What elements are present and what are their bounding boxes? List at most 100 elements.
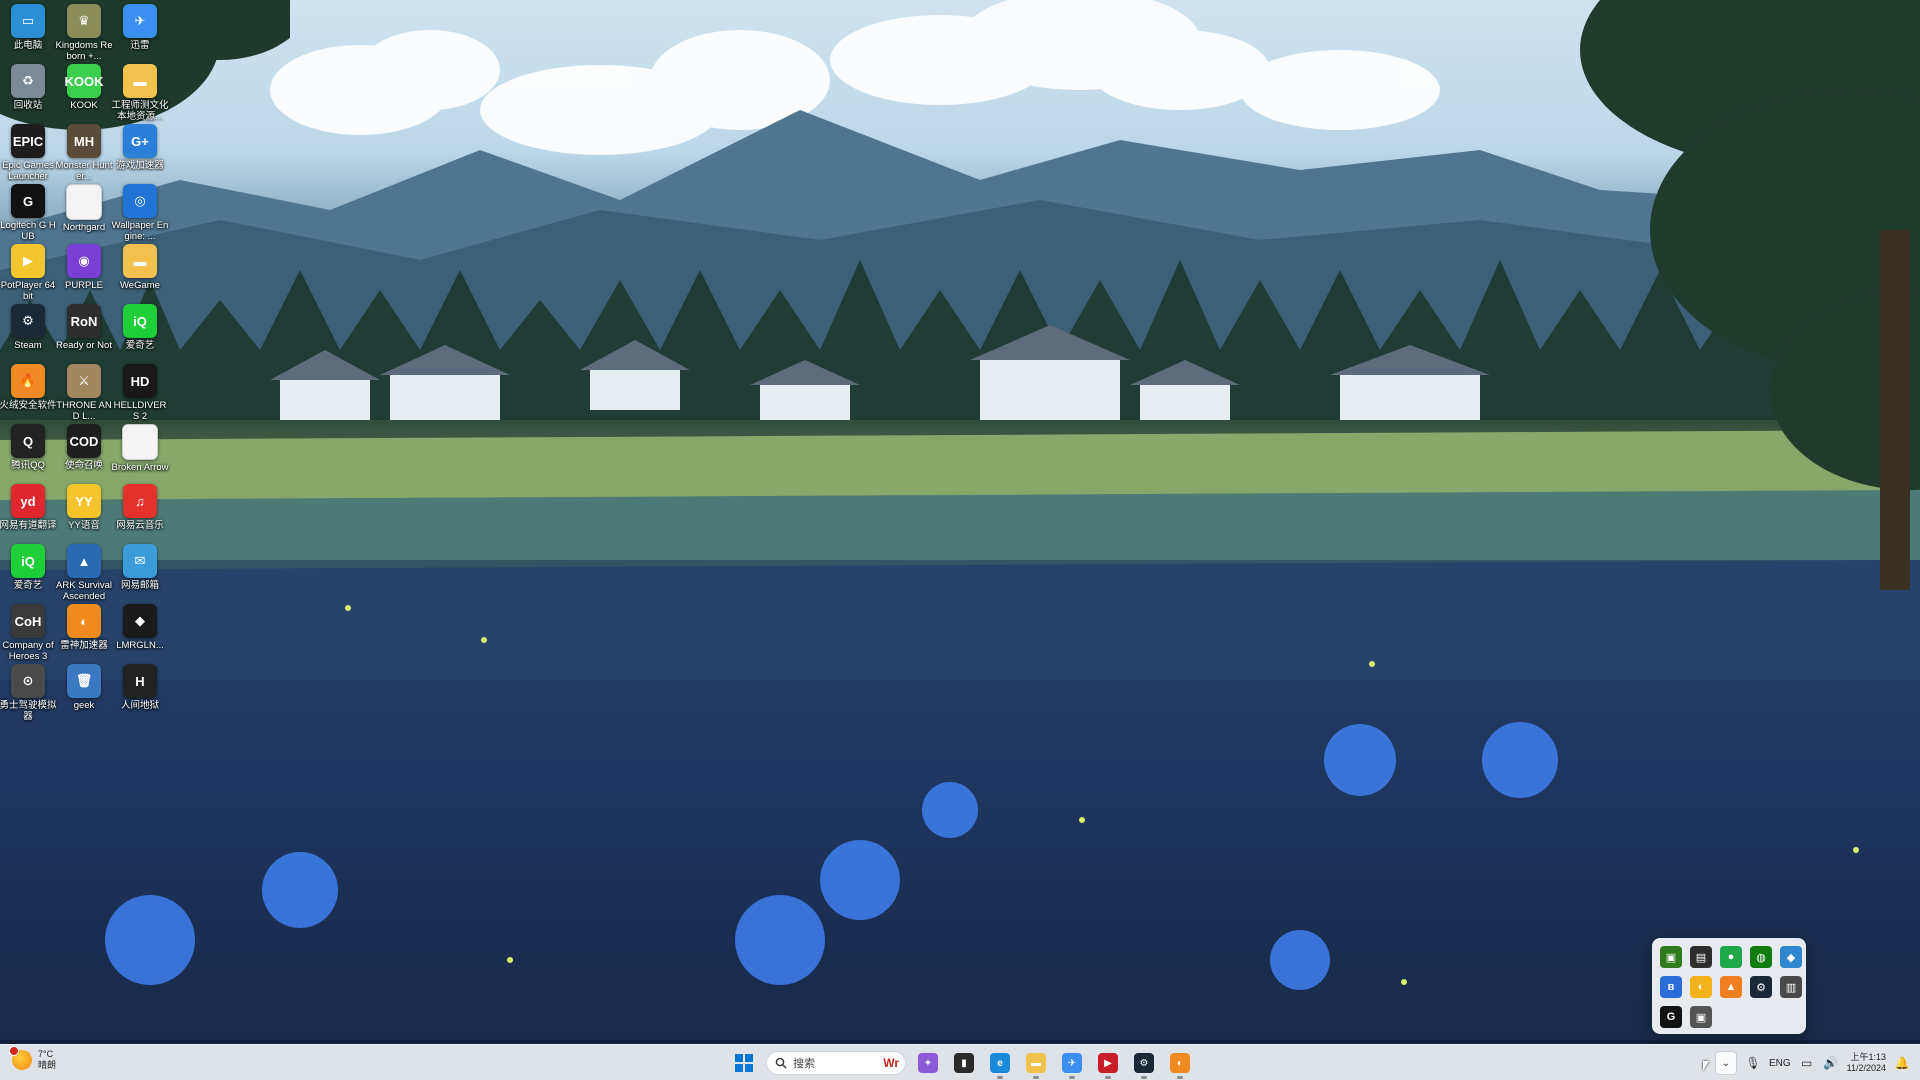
microphone-icon[interactable]: 🎙 bbox=[1745, 1056, 1761, 1070]
taskbar-app-button[interactable]: ✈ bbox=[1058, 1049, 1086, 1079]
taskbar-app-button[interactable]: ◐ bbox=[1166, 1049, 1194, 1079]
taskbar: 7°C 晴朗 搜索 Wr ✦ ▮ e ▬ ✈ ▶ ⚙ ◐ ⌄ 🎙 ENG ▭ 🔊… bbox=[0, 1044, 1920, 1080]
potplayer-icon: ▶ bbox=[11, 244, 45, 278]
desktop-icon-label: 回收站 bbox=[13, 100, 43, 111]
steam-taskbar-icon: ⚙ bbox=[1134, 1053, 1154, 1073]
desktop-icon-label: 迅雷 bbox=[130, 40, 150, 51]
taskbar-app-button[interactable]: e bbox=[986, 1049, 1014, 1079]
steam-icon: ⚙ bbox=[11, 304, 45, 338]
desktop-icon-label: Kingdoms Reborn +... bbox=[55, 40, 113, 62]
taskbar-app-button[interactable]: ▮ bbox=[950, 1049, 978, 1077]
desktop-icon-label: Monster Hunter... bbox=[55, 160, 113, 182]
desktop-icon-label: 爱奇艺 bbox=[125, 340, 155, 351]
epic-games-icon: EPIC bbox=[11, 124, 45, 158]
leishen-icon: ◐ bbox=[67, 604, 101, 638]
taskbar-app-button[interactable]: ⚙ bbox=[1130, 1049, 1158, 1079]
input-language[interactable]: ENG bbox=[1769, 1058, 1791, 1069]
desktop-icon-label: ARK Survival Ascended bbox=[56, 580, 112, 602]
youdao-icon: yd bbox=[11, 484, 45, 518]
leishen-taskbar-icon: ◐ bbox=[1170, 1053, 1190, 1073]
nvidia-icon[interactable]: ▣ bbox=[1660, 946, 1682, 968]
desktop-icon[interactable]: H 人间地狱 bbox=[112, 664, 168, 734]
weather-description: 晴朗 bbox=[38, 1060, 57, 1070]
logitech-tray-icon[interactable]: G bbox=[1660, 1006, 1682, 1028]
desktop-icon-label: Epic Games Launcher bbox=[2, 160, 54, 182]
weather-widget[interactable]: 7°C 晴朗 bbox=[9, 1046, 56, 1071]
driving-icon: ⊙ bbox=[11, 664, 45, 698]
edge-icon: e bbox=[990, 1053, 1010, 1073]
desktop-icon-label: 工程师测文化本地资源... bbox=[111, 100, 169, 122]
desktop-icon-label: LMRGLN... bbox=[116, 640, 164, 651]
desktop-icon-label: 爱奇艺 bbox=[13, 580, 43, 591]
taskbar-search[interactable]: 搜索 Wr bbox=[766, 1051, 906, 1075]
iqiyi-icon: iQ bbox=[123, 304, 157, 338]
windows-logo-icon bbox=[735, 1054, 753, 1072]
desktop-icon-label: KOOK bbox=[70, 100, 98, 111]
kook-icon: KOOK bbox=[65, 64, 104, 98]
taskbar-apps: 搜索 Wr ✦ ▮ e ▬ ✈ ▶ ⚙ ◐ bbox=[730, 1049, 1194, 1079]
orange-app-icon[interactable]: ◐ bbox=[1690, 976, 1712, 998]
desktop-icons: ▭ 此电脑 ♛ Kingdoms Reborn +... ✈ 迅雷 ♻ 回收站 KOOK KOOK… bbox=[0, 0, 180, 1040]
desktop-icon[interactable]: 🗑 geek bbox=[56, 664, 112, 734]
throne-and-liberty-icon: ⚔ bbox=[67, 364, 101, 398]
steam-tray-icon[interactable]: ⚙ bbox=[1750, 976, 1772, 998]
notification-bell-icon[interactable]: 🔔 bbox=[1894, 1056, 1910, 1070]
desktop-icon-label: 网易邮箱 bbox=[120, 580, 159, 591]
desktop-icon-label: THRONE AND L... bbox=[56, 400, 112, 422]
bluetooth-icon[interactable]: ʙ bbox=[1660, 976, 1682, 998]
desktop-icon-label: YY语音 bbox=[68, 520, 100, 531]
kingdoms-reborn-icon: ♛ bbox=[67, 4, 101, 38]
desktop-icon-label: 游戏加速器 bbox=[116, 160, 164, 171]
desktop-icon-label: Logitech G HUB bbox=[0, 220, 56, 242]
yy-icon: YY bbox=[67, 484, 101, 518]
geek-uninstaller-icon: 🗑 bbox=[67, 664, 101, 698]
thunder-bird-icon: ✈ bbox=[123, 4, 157, 38]
desktop-icon-label: 网易有道翻译 bbox=[0, 520, 57, 531]
taskbar-app-button[interactable]: ▬ bbox=[1022, 1049, 1050, 1079]
lmrgln-icon: ◆ bbox=[123, 604, 157, 638]
start-button[interactable] bbox=[730, 1049, 758, 1077]
logitech-ghub-icon: G bbox=[11, 184, 45, 218]
network-icon[interactable]: ▭ bbox=[1799, 1056, 1815, 1070]
qq-icon: Q bbox=[11, 424, 45, 458]
desktop-icon-label: WeGame bbox=[120, 280, 160, 291]
coh3-icon: CoH bbox=[11, 604, 45, 638]
desktop-icon-label: geek bbox=[73, 700, 95, 711]
show-hidden-icons-button[interactable]: ⌄ bbox=[1714, 1051, 1737, 1075]
monster-hunter-icon: MH bbox=[67, 124, 101, 158]
huorong-tray-icon[interactable]: ▲ bbox=[1720, 976, 1742, 998]
clock[interactable]: 上午1:13 11/2/2024 bbox=[1847, 1052, 1886, 1074]
search-highlight-icon: Wr bbox=[883, 1056, 899, 1070]
volume-icon[interactable]: 🔊 bbox=[1823, 1056, 1839, 1070]
xbox-icon[interactable]: ◍ bbox=[1750, 946, 1772, 968]
weather-sun-icon bbox=[9, 1046, 32, 1070]
desktop-icon-label: 使命召唤 bbox=[64, 460, 103, 471]
desktop-icon-label: 网易云音乐 bbox=[116, 520, 164, 531]
network-app-icon[interactable]: ◆ bbox=[1780, 946, 1802, 968]
desktop-icon-label: Company of Heroes 3 bbox=[2, 640, 54, 662]
app-icon[interactable]: ▤ bbox=[1690, 946, 1712, 968]
taskbar-app-button[interactable]: ✦ bbox=[914, 1049, 942, 1077]
tray-app-icon[interactable]: ▥ bbox=[1780, 976, 1802, 998]
hell-let-loose-icon: H bbox=[123, 664, 157, 698]
desktop: ▭ 此电脑 ♛ Kingdoms Reborn +... ✈ 迅雷 ♻ 回收站 KOOK KOOK… bbox=[0, 0, 1920, 1080]
thunder-taskbar-icon: ✈ bbox=[1062, 1053, 1082, 1073]
green-app-icon[interactable]: ● bbox=[1720, 946, 1742, 968]
purple-icon: ◉ bbox=[67, 244, 101, 278]
desktop-icon[interactable]: ⊙ 勇士驾驶模拟器 bbox=[0, 664, 57, 734]
display-app-icon[interactable]: ▣ bbox=[1690, 1006, 1712, 1028]
copilot-icon: ✦ bbox=[918, 1053, 938, 1073]
notification-badge bbox=[9, 1046, 19, 1056]
mail-icon: ✉ bbox=[123, 544, 157, 578]
document-icon bbox=[122, 424, 158, 460]
system-tray: ⌄ 🎙 ENG ▭ 🔊 上午1:13 11/2/2024 🔔 bbox=[1714, 1049, 1910, 1077]
desktop-icon-label: 勇士驾驶模拟器 bbox=[0, 700, 57, 722]
weather-text: 7°C 晴朗 bbox=[38, 1049, 56, 1071]
ark-icon: ▲ bbox=[67, 544, 101, 578]
netease-music-icon: ♫ bbox=[123, 484, 157, 518]
desktop-icon-label: 雷神加速器 bbox=[60, 640, 108, 651]
hidden-icons-flyout: ▣ ▤ ● ◍ ◆ ʙ ◐ ▲ ⚙ ▥ G ▣ bbox=[1652, 938, 1806, 1034]
flower-field bbox=[0, 560, 1920, 1040]
taskbar-app-button[interactable]: ▶ bbox=[1094, 1049, 1122, 1079]
tree-right bbox=[1580, 0, 1920, 590]
